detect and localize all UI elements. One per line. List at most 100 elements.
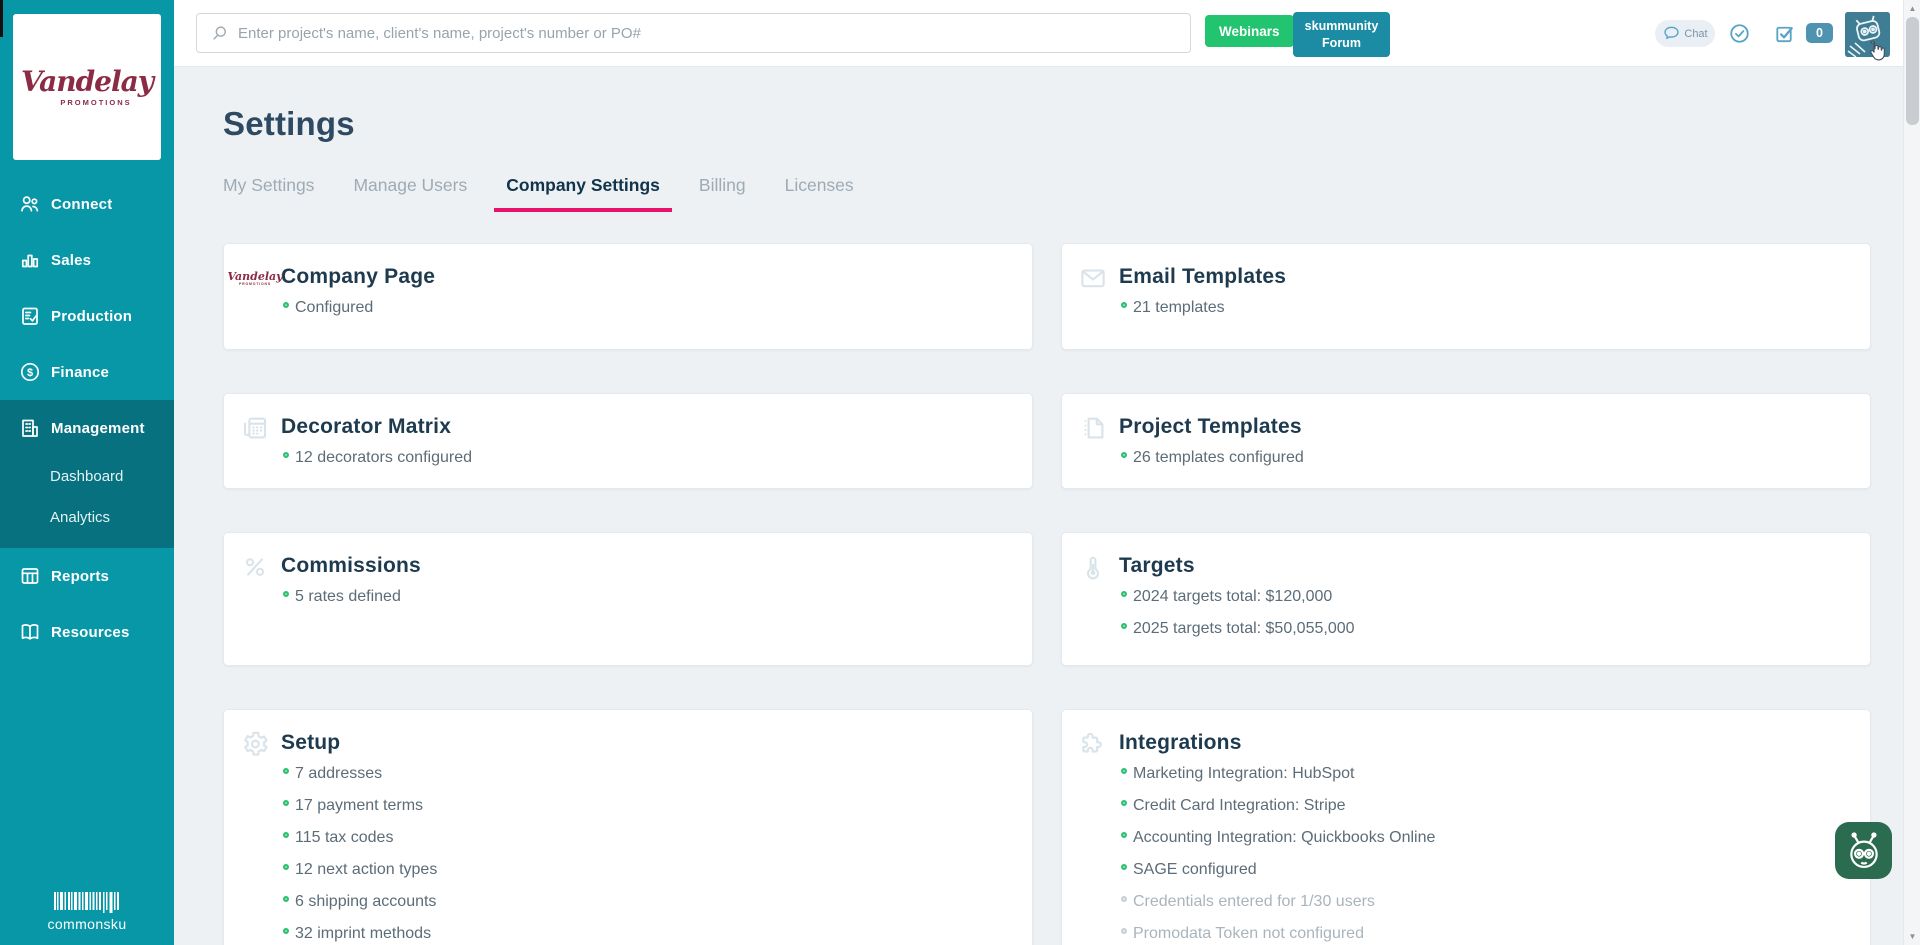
sidebar-item-finance[interactable]: $ Finance (0, 344, 174, 400)
status-item: 21 templates (1121, 298, 1846, 317)
screen-corner-artifact (0, 0, 3, 37)
card-title: Integrations (1119, 730, 1846, 756)
card-email-templates[interactable]: Email Templates 21 templates (1061, 243, 1871, 350)
status-dot (283, 302, 289, 308)
sidebar-item-production[interactable]: Production (0, 288, 174, 344)
card-title: Email Templates (1119, 264, 1846, 290)
sidebar-item-label: Finance (51, 364, 109, 381)
sidebar-nav-group: Management DashboardAnalytics (0, 400, 174, 548)
status-dot (283, 864, 289, 870)
check-circle-button[interactable] (1728, 22, 1751, 45)
company-logo[interactable]: Vandelay PROMOTIONS (13, 14, 161, 160)
page-scrollbar: ▲ ▼ (1903, 0, 1920, 945)
status-text: Configured (295, 298, 373, 317)
matrix-icon (240, 413, 270, 443)
company-logo-icon: VandelayPROMOTIONS (240, 263, 270, 293)
card-commissions[interactable]: Commissions 5 rates defined (223, 532, 1033, 666)
status-text: Credit Card Integration: Stripe (1133, 796, 1346, 815)
status-dot (1121, 800, 1127, 806)
card-status-list: Configured (248, 298, 1008, 317)
commonsku-brand-text: commonsku (0, 916, 174, 932)
settings-cards-grid: VandelayPROMOTIONS Company Page Configur… (223, 243, 1871, 945)
status-text: Accounting Integration: Quickbooks Onlin… (1133, 828, 1435, 847)
status-item: 12 next action types (283, 860, 1008, 879)
settings-tabs: My Settings Manage Users Company Settings B… (223, 175, 1903, 208)
card-targets[interactable]: Targets 2024 targets total: $120,000 202… (1061, 532, 1871, 666)
status-dot (1121, 452, 1127, 458)
card-title: Targets (1119, 553, 1846, 579)
status-item: 2025 targets total: $50,055,000 (1121, 619, 1846, 638)
status-item: 12 decorators configured (283, 448, 1008, 467)
tab-manage-users[interactable]: Manage Users (353, 175, 467, 208)
card-company-page[interactable]: VandelayPROMOTIONS Company Page Configur… (223, 243, 1033, 350)
robot-face-icon (1842, 829, 1886, 873)
file-icon (1078, 413, 1108, 443)
status-text: Credentials entered for 1/30 users (1133, 892, 1375, 911)
status-text: 12 next action types (295, 860, 437, 879)
card-status-list: 26 templates configured (1086, 448, 1846, 467)
topbar: Webinars skummunity Forum Chat 0 (174, 0, 1903, 67)
sidebar: Vandelay PROMOTIONS Connect Sales Produc… (0, 0, 174, 945)
sidebar-item-dashboard[interactable]: Dashboard (0, 456, 174, 497)
status-dot (1121, 832, 1127, 838)
sidebar-nav-group: Sales (0, 232, 174, 288)
skummunity-forum-button[interactable]: skummunity Forum (1293, 12, 1390, 57)
search-input[interactable] (228, 14, 1190, 52)
sidebar-nav-group: Resources (0, 604, 174, 660)
sidebar-item-resources[interactable]: Resources (0, 604, 174, 660)
barcode-icon (54, 892, 120, 914)
card-status-list: Marketing Integration: HubSpot Credit Ca… (1086, 764, 1846, 943)
sidebar-item-label: Reports (51, 568, 109, 585)
status-dot (1121, 591, 1127, 597)
status-dot (1121, 302, 1127, 308)
company-logo-subtitle: PROMOTIONS (60, 98, 131, 107)
chat-label: Chat (1684, 28, 1707, 40)
thermometer-icon (1078, 552, 1108, 582)
scrollbar-thumb[interactable] (1906, 17, 1919, 125)
status-item: 115 tax codes (283, 828, 1008, 847)
status-item: 17 payment terms (283, 796, 1008, 815)
chat-button[interactable]: Chat (1655, 20, 1715, 47)
status-item: Credit Card Integration: Stripe (1121, 796, 1846, 815)
sidebar-item-management[interactable]: Management (0, 400, 174, 456)
status-dot (283, 452, 289, 458)
user-avatar[interactable] (1845, 12, 1890, 57)
webinars-button[interactable]: Webinars (1205, 15, 1294, 47)
status-text: 21 templates (1133, 298, 1225, 317)
status-dot (283, 832, 289, 838)
scroll-up-arrow[interactable]: ▲ (1904, 0, 1920, 17)
status-text: 115 tax codes (295, 828, 393, 847)
sidebar-item-sales[interactable]: Sales (0, 232, 174, 288)
scroll-down-arrow[interactable]: ▼ (1904, 928, 1920, 945)
page-title: Settings (223, 104, 1903, 144)
card-integrations[interactable]: Integrations Marketing Integration: HubS… (1061, 709, 1871, 945)
notification-badge[interactable]: 0 (1806, 23, 1833, 43)
sidebar-nav: Connect Sales Production $ Finance Manag… (0, 176, 174, 660)
skubot-chat-widget[interactable] (1835, 822, 1892, 879)
sidebar-item-connect[interactable]: Connect (0, 176, 174, 232)
sidebar-item-label: Management (51, 420, 145, 437)
status-dot (283, 896, 289, 902)
tab-billing[interactable]: Billing (699, 175, 746, 208)
tab-my-settings[interactable]: My Settings (223, 175, 314, 208)
main-content: Settings My Settings Manage Users Company … (174, 67, 1903, 945)
status-item: SAGE configured (1121, 860, 1846, 879)
tab-licenses[interactable]: Licenses (785, 175, 854, 208)
global-search (196, 13, 1191, 53)
status-item: 6 shipping accounts (283, 892, 1008, 911)
card-project-templates[interactable]: Project Templates 26 templates configure… (1061, 393, 1871, 489)
company-logo-name: Vandelay (21, 68, 153, 96)
card-setup[interactable]: Setup 7 addresses 17 payment terms 115 t… (223, 709, 1033, 945)
status-text: 32 imprint methods (295, 924, 431, 943)
sidebar-item-analytics[interactable]: Analytics (0, 497, 174, 538)
tab-company-settings[interactable]: Company Settings (506, 175, 660, 208)
status-text: 6 shipping accounts (295, 892, 436, 911)
status-item: Credentials entered for 1/30 users (1121, 892, 1846, 911)
sidebar-item-reports[interactable]: Reports (0, 548, 174, 604)
avatar-robot-image (1845, 12, 1890, 57)
tasks-button[interactable] (1773, 22, 1796, 45)
status-dot (283, 928, 289, 934)
card-decorator-matrix[interactable]: Decorator Matrix 12 decorators configure… (223, 393, 1033, 489)
check-square-icon (1773, 22, 1796, 45)
status-dot (283, 800, 289, 806)
